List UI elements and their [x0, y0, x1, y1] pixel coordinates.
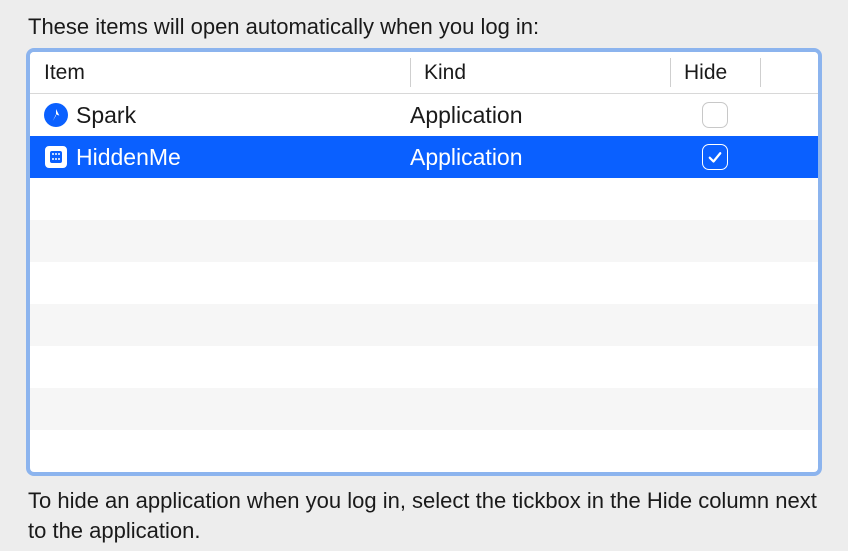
item-name: Spark — [76, 102, 136, 129]
footer-hint: To hide an application when you log in, … — [26, 476, 822, 545]
item-name: HiddenMe — [76, 144, 181, 171]
item-kind: Application — [410, 102, 670, 129]
table-header: Item Kind Hide — [30, 52, 818, 94]
table-row[interactable]: Spark Application — [30, 94, 818, 136]
table-body: Spark Application HiddenMe Application — [30, 94, 818, 472]
table-row-empty — [30, 388, 818, 430]
table-row-empty — [30, 220, 818, 262]
login-items-table: Item Kind Hide Spark Application HiddenM… — [26, 48, 822, 476]
table-row-empty — [30, 346, 818, 388]
spark-icon — [44, 103, 68, 127]
table-row-empty — [30, 178, 818, 220]
intro-label: These items will open automatically when… — [26, 0, 822, 48]
hide-checkbox[interactable] — [702, 102, 728, 128]
column-header-hide[interactable]: Hide — [670, 52, 760, 93]
item-kind: Application — [410, 144, 670, 171]
column-header-kind[interactable]: Kind — [410, 52, 670, 93]
column-header-tail — [760, 52, 818, 93]
table-row-empty — [30, 262, 818, 304]
table-row-empty — [30, 304, 818, 346]
column-header-item[interactable]: Item — [30, 52, 410, 93]
hide-checkbox[interactable] — [702, 144, 728, 170]
table-row[interactable]: HiddenMe Application — [30, 136, 818, 178]
hiddenme-icon — [44, 145, 68, 169]
table-row-empty — [30, 430, 818, 472]
